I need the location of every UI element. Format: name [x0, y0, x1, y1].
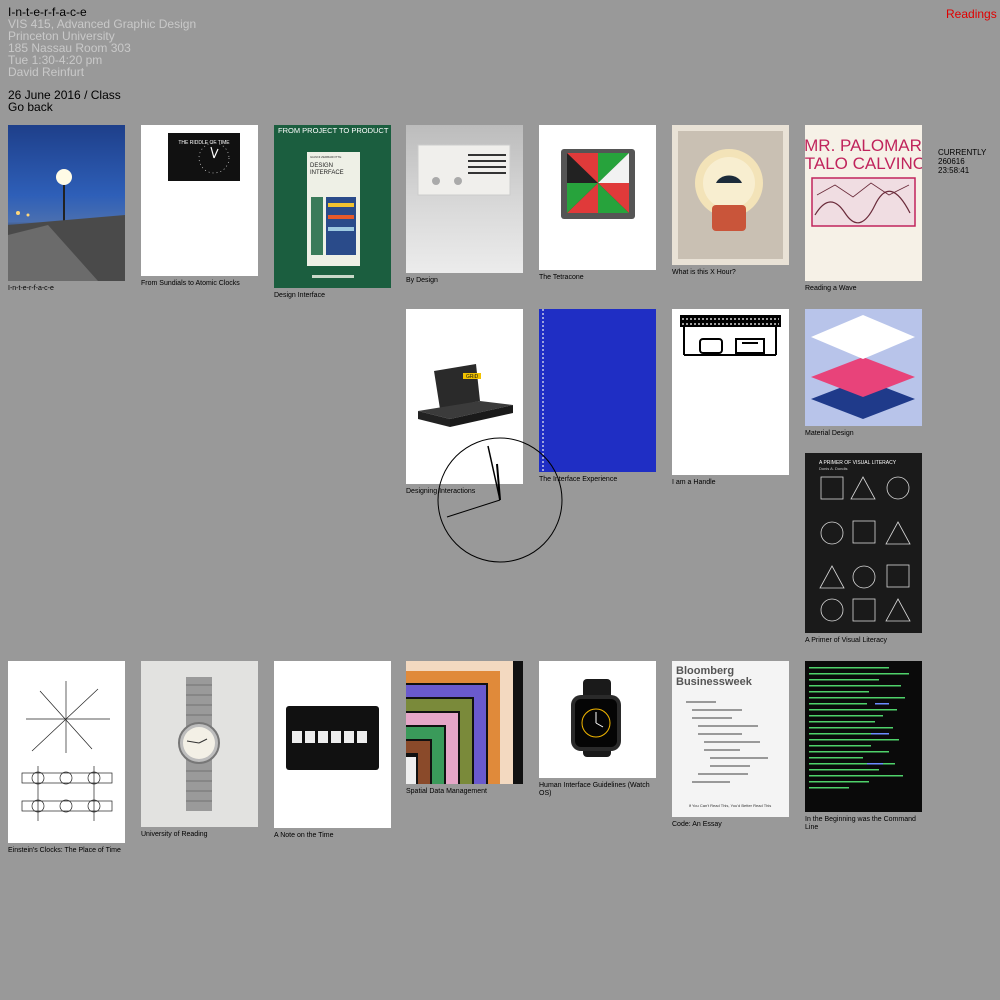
reading-card-primer[interactable]: A PRIMER OF VISUAL LITERACY Donis A. Don…	[805, 453, 922, 645]
go-back-link[interactable]: Go back	[8, 101, 121, 113]
wristwatch-photo	[141, 661, 258, 827]
x-hour-photo	[672, 125, 789, 265]
card-caption[interactable]: I-n-t-e-r-f-a-c-e	[8, 285, 125, 293]
card-caption[interactable]: A Note on the Time	[274, 832, 391, 840]
palomar-cover: MR. PALOMAR ITALO CALVINO	[805, 125, 922, 281]
card-caption[interactable]: Reading a Wave	[805, 285, 922, 293]
design-interface-band: FROM PROJECT TO PRODUCT	[278, 126, 389, 135]
card-caption[interactable]: What is this X Hour?	[672, 269, 789, 277]
reading-card-einstein[interactable]: Einstein's Clocks: The Place of Time	[8, 661, 125, 855]
spatial-data-graphic	[406, 661, 523, 784]
design-interface-title-1: DESIGN	[310, 163, 333, 169]
reading-card-spatial-data[interactable]: Spatial Data Management	[406, 661, 523, 796]
design-interface-cover: FROM PROJECT TO PRODUCT GIANNI ZERBAROTT…	[274, 125, 391, 288]
card-caption[interactable]: Spatial Data Management	[406, 788, 523, 796]
reading-card-note-time[interactable]: A Note on the Time	[274, 661, 391, 840]
grid-compass-logo: GRiD	[466, 374, 479, 380]
palomar-cover-line-1: MR. PALOMAR	[805, 136, 922, 155]
card-caption[interactable]: Design Interface	[274, 292, 391, 300]
design-interface-title-2: INTERFACE	[310, 170, 344, 176]
card-caption[interactable]: I am a Handle	[672, 479, 789, 487]
material-design-graphic	[805, 309, 922, 426]
current-time-display: CURRENTLY 260616 23:58:41	[938, 148, 986, 175]
bloomberg-masthead-2: Businessweek	[676, 676, 753, 688]
station-photo	[8, 125, 125, 281]
einstein-diagram	[8, 661, 125, 843]
card-caption[interactable]: Einstein's Clocks: The Place of Time	[8, 847, 125, 855]
reading-card-wave[interactable]: MR. PALOMAR ITALO CALVINO Reading a Wave	[805, 125, 922, 293]
handle-cover	[672, 309, 789, 475]
note-time-cover	[274, 661, 391, 828]
card-caption[interactable]: Code: An Essay	[672, 821, 789, 829]
instructor-name: David Reinfurt	[8, 65, 85, 79]
apple-watch-photo	[539, 661, 656, 778]
card-caption[interactable]: The Tetracone	[539, 274, 656, 282]
site-header: I-n-t-e-r-f-a-c-e VIS 415, Advanced Grap…	[8, 6, 196, 78]
reading-card-by-design[interactable]: By Design	[406, 125, 523, 285]
current-date: 260616	[938, 157, 965, 166]
bloomberg-tagline: If You Can't Read This, You'd Better Rea…	[689, 803, 772, 808]
by-design-photo	[406, 125, 523, 273]
card-caption[interactable]: A Primer of Visual Literacy	[805, 637, 922, 645]
currently-label: CURRENTLY	[938, 148, 987, 157]
reading-card-command-line[interactable]: In the Beginning was the Command Line	[805, 661, 922, 832]
card-caption[interactable]: Material Design	[805, 430, 922, 438]
terminal-screenshot	[805, 661, 922, 812]
reading-card-design-interface[interactable]: FROM PROJECT TO PRODUCT GIANNI ZERBAROTT…	[274, 125, 391, 300]
tetracone-photo	[539, 125, 656, 270]
clock-second-hand	[446, 499, 501, 518]
card-caption[interactable]: Human Interface Guidelines (Watch OS)	[539, 782, 656, 798]
current-time: 23:58:41	[938, 166, 970, 175]
reading-card-sundials[interactable]: THE RIDDLE OF TIME From Sundials to Atom…	[141, 125, 258, 288]
sundials-cover-title: THE RIDDLE OF TIME	[178, 140, 230, 146]
card-caption[interactable]: From Sundials to Atomic Clocks	[141, 280, 258, 288]
readings-link[interactable]: Readings	[946, 7, 997, 21]
design-interface-author: GIANNI ZERBAROTTE	[310, 155, 341, 159]
reading-card-university-reading[interactable]: University of Reading	[141, 661, 258, 839]
class-subhead: 26 June 2016 / Class Go back	[8, 89, 121, 113]
reading-card-tetracone[interactable]: The Tetracone	[539, 125, 656, 282]
card-caption[interactable]: By Design	[406, 277, 523, 285]
card-caption[interactable]: University of Reading	[141, 831, 258, 839]
bloomberg-cover: Bloomberg Businessweek If You Can't Read…	[672, 661, 789, 817]
palomar-cover-line-2: ITALO CALVINO	[805, 154, 922, 173]
reading-card-code-essay[interactable]: Bloomberg Businessweek If You Can't Read…	[672, 661, 789, 829]
primer-cover: A PRIMER OF VISUAL LITERACY Donis A. Don…	[805, 453, 922, 633]
reading-card-x-hour[interactable]: What is this X Hour?	[672, 125, 789, 277]
sundials-cover: THE RIDDLE OF TIME	[141, 125, 258, 276]
primer-cover-author: Donis A. Dondis	[819, 466, 847, 471]
analog-clock	[437, 437, 563, 563]
card-caption[interactable]: In the Beginning was the Command Line	[805, 816, 922, 832]
reading-card-handle[interactable]: I am a Handle	[672, 309, 789, 487]
reading-card-hig[interactable]: Human Interface Guidelines (Watch OS)	[539, 661, 656, 798]
reading-card-interface[interactable]: I-n-t-e-r-f-a-c-e	[8, 125, 125, 293]
reading-card-material-design[interactable]: Material Design	[805, 309, 922, 438]
